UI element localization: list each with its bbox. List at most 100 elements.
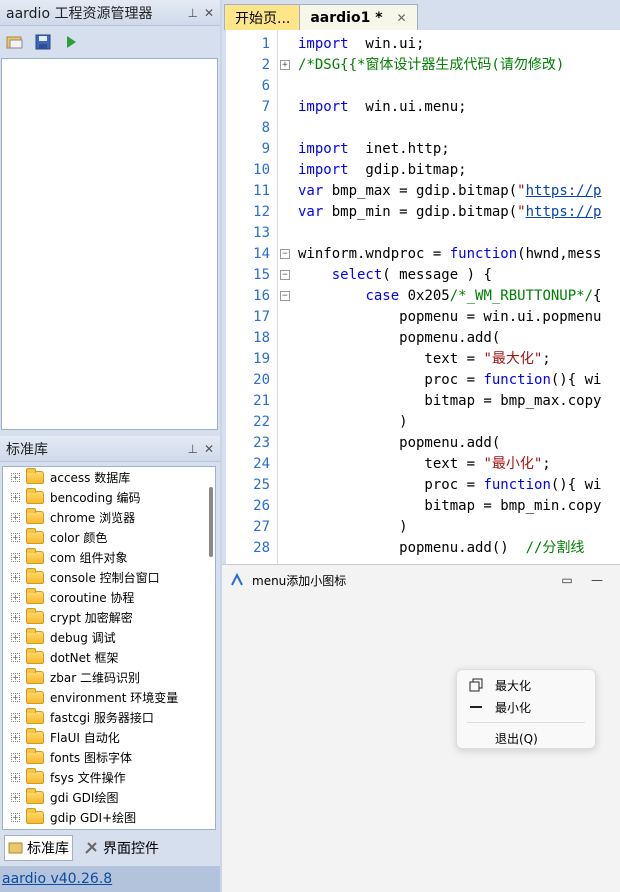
- line-number: 13: [253, 225, 270, 241]
- library-item-label: color 颜色: [50, 530, 108, 545]
- library-item[interactable]: + access 数据库: [3, 467, 215, 487]
- menu-item-label: 最小化: [495, 700, 532, 715]
- code-text: popmenu.add() //分割线: [298, 538, 584, 559]
- folder-icon: [26, 627, 44, 644]
- code-line: 8: [226, 118, 620, 139]
- tab-aardio1[interactable]: aardio1 * ✕: [299, 4, 418, 30]
- pin-icon[interactable]: ⊥: [187, 442, 197, 456]
- expand-icon[interactable]: +: [11, 712, 20, 722]
- library-item[interactable]: + debug 调试: [3, 627, 215, 647]
- pin-icon[interactable]: ⊥: [187, 6, 197, 20]
- library-item-label: com 组件对象: [50, 550, 128, 565]
- save-icon: [35, 34, 51, 50]
- library-item[interactable]: + fonts 图标字体: [3, 747, 215, 767]
- expand-icon[interactable]: +: [11, 772, 20, 782]
- code-line: 16− case 0x205/*_WM_RBUTTONUP*/{: [226, 286, 620, 307]
- code-text: /*DSG{{*窗体设计器生成代码(请勿修改): [298, 55, 564, 76]
- library-item[interactable]: + gdip GDI+绘图: [3, 807, 215, 827]
- library-tree[interactable]: + access 数据库 + bencoding 编码 + chrome 浏览器 + colo…: [2, 466, 216, 830]
- library-item[interactable]: + dotNet 框架: [3, 647, 215, 667]
- library-item-label: crypt 加密解密: [50, 610, 133, 625]
- library-item-label: gdi GDI绘图: [50, 790, 119, 805]
- scrollbar-thumb[interactable]: [209, 487, 213, 557]
- code-text: import inet.http;: [298, 139, 450, 160]
- close-icon[interactable]: ✕: [204, 442, 214, 456]
- line-number: 25: [253, 477, 270, 493]
- expand-icon[interactable]: +: [11, 692, 20, 702]
- expand-icon[interactable]: +: [11, 552, 20, 562]
- library-item[interactable]: + console 控制台窗口: [3, 567, 215, 587]
- run-button[interactable]: [60, 31, 82, 53]
- code-token: function: [483, 372, 551, 388]
- library-item[interactable]: + environment 环境变量: [3, 687, 215, 707]
- code-token: ): [298, 519, 408, 535]
- code-text: winform.wndproc = function(hwnd,mess: [298, 244, 601, 265]
- expand-icon[interactable]: +: [11, 672, 20, 682]
- expand-icon[interactable]: +: [11, 572, 20, 582]
- line-number: 16: [253, 288, 270, 304]
- version-link[interactable]: aardio v40.26.8: [2, 871, 112, 887]
- folder-icon: [26, 607, 44, 624]
- library-item[interactable]: + chrome 浏览器: [3, 507, 215, 527]
- code-token: bmp_max = gdip.bitmap(: [323, 183, 518, 199]
- library-item[interactable]: + crypt 加密解密: [3, 607, 215, 627]
- fold-toggle-icon[interactable]: +: [280, 60, 290, 70]
- expand-icon[interactable]: +: [11, 732, 20, 742]
- library-item[interactable]: + gdi GDI绘图: [3, 787, 215, 807]
- code-token: import: [298, 141, 349, 157]
- code-token: bmp_min = gdip.bitmap(: [323, 204, 518, 220]
- expand-icon[interactable]: +: [11, 632, 20, 642]
- expand-icon[interactable]: +: [11, 612, 20, 622]
- context-menu: 最大化 最小化 退出(Q): [456, 669, 596, 749]
- menu-item-maximize[interactable]: 最大化: [457, 674, 595, 696]
- open-project-button[interactable]: [4, 31, 26, 53]
- expand-icon[interactable]: +: [11, 792, 20, 802]
- restore-icon[interactable]: ▭: [552, 573, 582, 587]
- expand-icon[interactable]: +: [11, 652, 20, 662]
- expand-icon[interactable]: +: [11, 512, 20, 522]
- menu-item-exit[interactable]: 退出(Q): [457, 727, 595, 749]
- library-item[interactable]: + bencoding 编码: [3, 487, 215, 507]
- tab-ui-controls[interactable]: 界面控件: [81, 836, 162, 860]
- fold-toggle-icon[interactable]: −: [280, 270, 290, 280]
- library-item[interactable]: + coroutine 协程: [3, 587, 215, 607]
- code-editor[interactable]: 1 import win.ui; 2 + /*DSG{{*窗体设计器生成代码(请勿修改)…: [226, 30, 620, 570]
- library-item[interactable]: + fsys 文件操作: [3, 767, 215, 787]
- library-item[interactable]: + color 颜色: [3, 527, 215, 547]
- line-number: 28: [253, 540, 270, 556]
- expand-icon[interactable]: +: [11, 812, 20, 822]
- library-item[interactable]: + FlaUI 自动化: [3, 727, 215, 747]
- line-number: 7: [261, 99, 270, 115]
- tab-standard-library[interactable]: 标准库: [4, 835, 73, 861]
- minimize-icon[interactable]: —: [582, 573, 612, 587]
- expand-icon[interactable]: +: [11, 752, 20, 762]
- fold-toggle-icon[interactable]: −: [280, 249, 290, 259]
- tab-start-page[interactable]: 开始页...: [224, 4, 302, 30]
- save-button[interactable]: [32, 31, 54, 53]
- close-tab-icon[interactable]: ✕: [397, 11, 407, 25]
- code-token: import: [298, 36, 349, 52]
- close-icon[interactable]: ✕: [204, 6, 214, 20]
- library-item[interactable]: + zbar 二维码识别: [3, 667, 215, 687]
- menu-item-minimize[interactable]: 最小化: [457, 696, 595, 718]
- demo-window: menu添加小图标 ▭ — 最大化 最小化 退出(Q): [222, 564, 620, 892]
- expand-icon[interactable]: +: [11, 472, 20, 482]
- code-token: ;: [542, 456, 551, 472]
- expand-icon[interactable]: +: [11, 592, 20, 602]
- library-item-label: chrome 浏览器: [50, 510, 136, 525]
- library-item[interactable]: + com 组件对象: [3, 547, 215, 567]
- code-token: ": [517, 204, 526, 220]
- code-token: popmenu.add(): [298, 540, 526, 556]
- line-number: 2: [261, 57, 270, 73]
- library-item[interactable]: + fastcgi 服务器接口: [3, 707, 215, 727]
- menu-separator: [467, 722, 585, 723]
- expand-icon[interactable]: +: [11, 532, 20, 542]
- fold-toggle-icon[interactable]: −: [280, 291, 290, 301]
- project-tree[interactable]: [1, 58, 218, 430]
- code-token: {: [593, 288, 602, 304]
- code-token: inet.http;: [348, 141, 450, 157]
- line-number: 18: [253, 330, 270, 346]
- code-token: gdip.bitmap;: [348, 162, 467, 178]
- expand-icon[interactable]: +: [11, 492, 20, 502]
